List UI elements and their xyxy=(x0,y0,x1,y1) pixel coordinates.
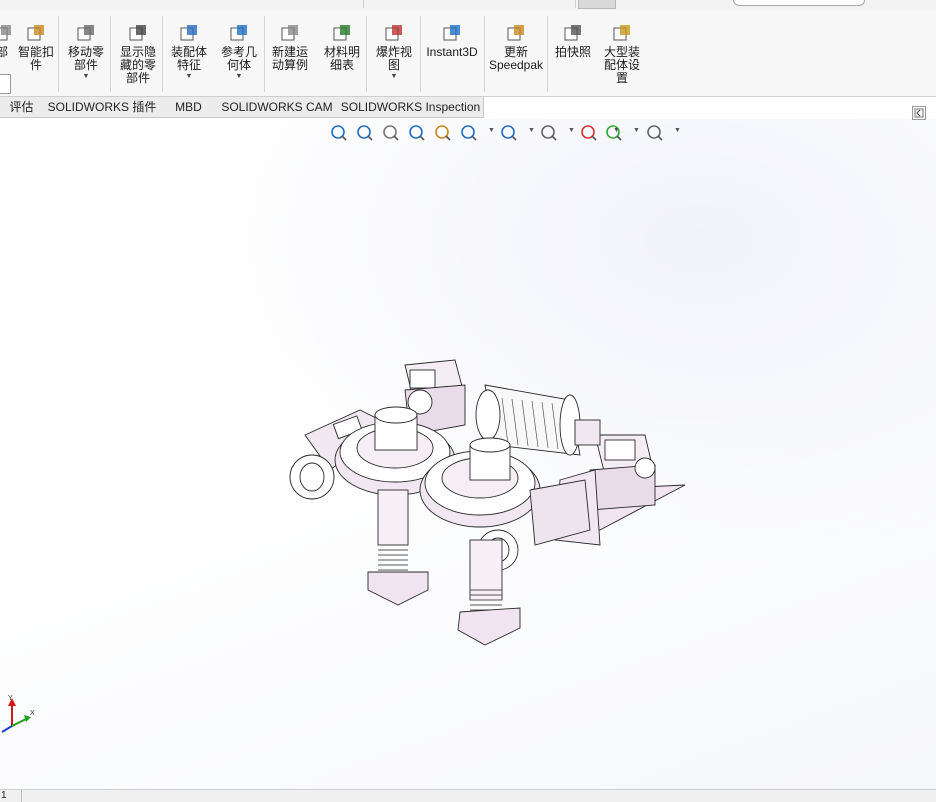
tab-5[interactable]: SOLIDWORKS Inspection xyxy=(338,97,484,118)
ribbon-button-move-component[interactable]: 移动零 部件 ▼ xyxy=(62,10,110,94)
command-manager-ribbon: 部智能扣 件移动零 部件 ▼ 显示隐 藏的零 部件 装配体 特征 ▼ 参考几 何体 ▼ 新建运… xyxy=(0,10,936,97)
ribbon-button-label: 拍快照 xyxy=(554,45,591,59)
panel-collapse-icon xyxy=(914,108,924,118)
chevron-down-icon[interactable]: ▼ xyxy=(62,72,110,82)
chevron-down-icon[interactable]: ▼ xyxy=(165,72,213,82)
ribbon-button-label: 装配体 特征 xyxy=(170,45,207,72)
collapse-task-pane-button[interactable] xyxy=(912,106,926,120)
ribbon-button-show-hidden-components[interactable]: 显示隐 藏的零 部件 xyxy=(114,10,162,94)
status-bar: 1 xyxy=(0,789,936,802)
ribbon-button-label: 爆炸视 图 xyxy=(375,45,412,72)
ribbon-button-label: 大型装 配体设 置 xyxy=(603,45,640,85)
ribbon-button-instant3d[interactable]: Instant3D xyxy=(423,10,481,94)
tab-3[interactable]: MBD xyxy=(161,97,217,118)
ribbon-button-update-speedpak[interactable]: 更新 Speedpak xyxy=(487,10,545,94)
ribbon-button-exploded-view[interactable]: 爆炸视 图 ▼ xyxy=(370,10,418,94)
ribbon-button-label: 新建运 动算例 xyxy=(271,45,308,72)
new-motion-study-icon xyxy=(281,25,298,41)
ribbon-button-assembly-features[interactable]: 装配体 特征 ▼ xyxy=(165,10,213,94)
edit-appearance-icon[interactable] xyxy=(580,123,598,143)
assembly-partial-icon xyxy=(0,25,11,41)
selected-tool-button[interactable] xyxy=(578,0,616,9)
ribbon-button-smart-fasteners[interactable]: 智能扣 件 xyxy=(14,10,58,94)
bill-of-materials-icon xyxy=(333,25,350,41)
ribbon-button-reference-geometry[interactable]: 参考几 何体 ▼ xyxy=(215,10,263,94)
chevron-down-icon[interactable]: ▼ xyxy=(215,72,263,82)
zoom-to-fit-icon[interactable] xyxy=(330,123,348,143)
assembly-features-icon xyxy=(180,25,197,41)
ribbon-button-label: 参考几 何体 xyxy=(220,45,257,72)
ribbon-button-label: 更新 Speedpak xyxy=(488,45,544,72)
ribbon-button-label: 智能扣 件 xyxy=(17,45,54,72)
instant3d-icon xyxy=(443,25,460,41)
ribbon-button-take-snapshot[interactable]: 拍快照 xyxy=(551,10,595,94)
triad-label-x: X xyxy=(30,710,35,717)
view-orientation-icon[interactable] xyxy=(460,123,478,143)
chevron-down-icon[interactable]: ▼ xyxy=(370,72,418,82)
view-settings-icon[interactable] xyxy=(646,123,664,143)
ribbon-button-large-assembly-settings[interactable]: 大型装 配体设 置 xyxy=(598,10,646,94)
move-component-icon xyxy=(77,25,94,41)
ribbon-button-bill-of-materials[interactable]: 材料明 细表 xyxy=(318,10,366,94)
ribbon-button-assembly-partial[interactable]: 部 xyxy=(0,10,12,94)
update-speedpak-icon xyxy=(507,25,524,41)
display-style-icon[interactable] xyxy=(500,123,518,143)
chevron-down-icon[interactable]: ▼ xyxy=(633,127,640,134)
chevron-down-icon[interactable]: ▼ xyxy=(528,127,535,134)
chevron-down-icon[interactable]: ▼ xyxy=(568,127,575,134)
search-field[interactable] xyxy=(733,0,865,6)
status-cell: 1 xyxy=(0,790,22,802)
show-hidden-components-icon xyxy=(129,25,146,41)
hide-show-items-icon[interactable] xyxy=(540,123,558,143)
zoom-to-area-icon[interactable] xyxy=(356,123,374,143)
tab-1[interactable]: 评估 xyxy=(0,97,44,118)
dynamic-annotation-icon[interactable] xyxy=(434,123,452,143)
ribbon-button-label: 材料明 细表 xyxy=(323,45,360,72)
ribbon-button-label: 显示隐 藏的零 部件 xyxy=(119,45,156,85)
take-snapshot-icon xyxy=(564,25,581,41)
smart-fasteners-icon xyxy=(27,25,44,41)
triad-label-y: Y xyxy=(8,695,13,702)
tab-2[interactable]: SOLIDWORKS 插件 xyxy=(43,97,162,118)
reference-geometry-icon xyxy=(230,25,247,41)
reference-triad: Y X xyxy=(0,690,40,736)
ribbon-button-label: 移动零 部件 xyxy=(67,45,104,72)
tab-4[interactable]: SOLIDWORKS CAM xyxy=(216,97,339,118)
chevron-down-icon[interactable]: ▼ xyxy=(613,127,620,134)
ribbon-button-new-motion-study[interactable]: 新建运 动算例 xyxy=(266,10,314,94)
chevron-down-icon[interactable]: ▼ xyxy=(488,127,495,134)
assembly-model[interactable] xyxy=(280,340,700,650)
exploded-view-icon xyxy=(385,25,402,41)
previous-view-icon[interactable] xyxy=(382,123,400,143)
ribbon-button-label: Instant3D xyxy=(426,45,478,59)
section-view-icon[interactable] xyxy=(408,123,426,143)
ribbon-button-label: 部 xyxy=(0,45,8,59)
large-assembly-settings-icon xyxy=(613,25,630,41)
chevron-down-icon[interactable]: ▼ xyxy=(674,127,681,134)
